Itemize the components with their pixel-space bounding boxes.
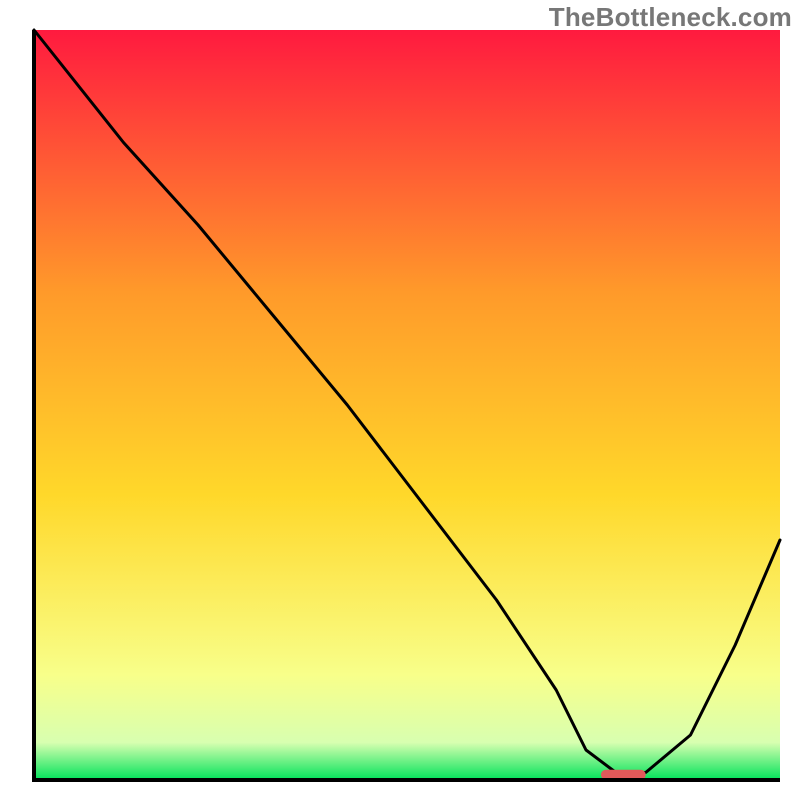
gradient-background [34,30,780,780]
chart-svg [0,0,800,800]
chart-container: TheBottleneck.com [0,0,800,800]
watermark-text: TheBottleneck.com [549,2,792,33]
